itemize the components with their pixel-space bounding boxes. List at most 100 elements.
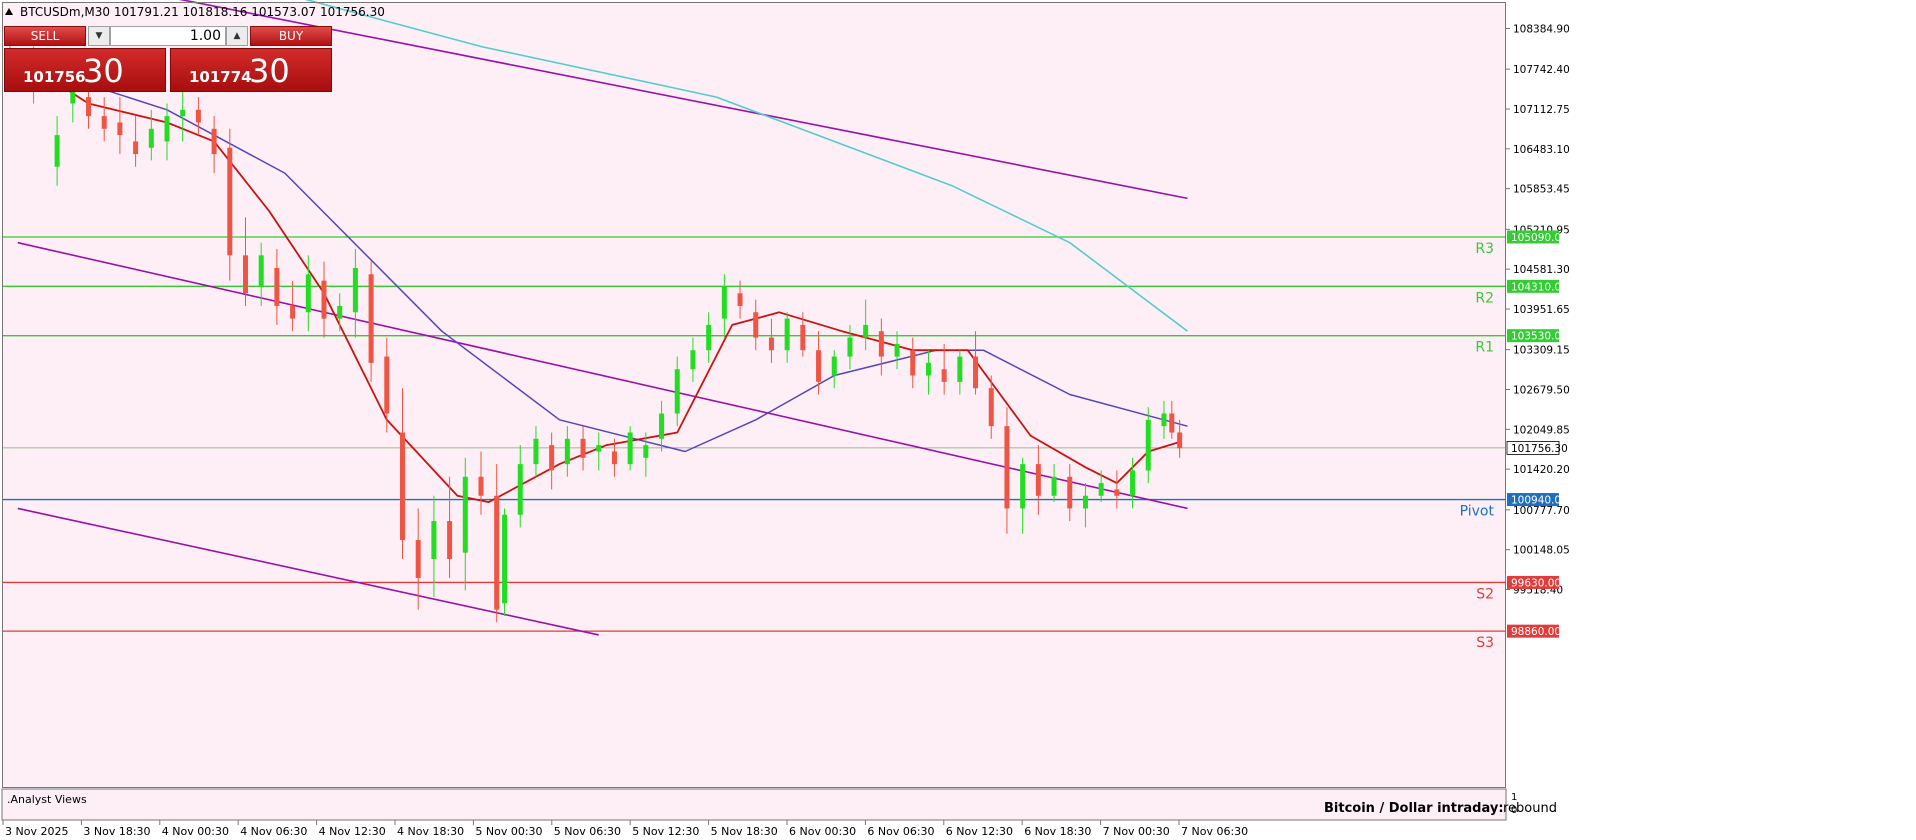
candle-bear	[478, 476, 484, 496]
price-axis[interactable]: 108384.90 107742.40 107112.75 106483.10 1058…	[1506, 24, 1570, 597]
indicator-label: .Analyst Views	[7, 793, 87, 806]
level-name-r3: R3	[1475, 241, 1494, 257]
candle-bear	[549, 445, 555, 471]
candle-bear	[290, 305, 296, 319]
level-name-pivot: Pivot	[1460, 504, 1495, 520]
price-tick-label: 106483.10	[1513, 144, 1570, 156]
price-tick-label: 102679.50	[1513, 384, 1570, 396]
candle-bull	[337, 305, 343, 319]
price-tick-label: 100148.05	[1513, 545, 1570, 557]
candle-bull	[1020, 464, 1026, 509]
price-tick-label: 107112.75	[1513, 104, 1570, 116]
candle-bear	[768, 337, 774, 351]
candle-bull	[863, 324, 869, 338]
time-tick-label: 6 Nov 00:30	[789, 825, 856, 838]
level-name-s3: S3	[1476, 635, 1494, 651]
candle-bull	[706, 324, 712, 351]
buy-price-box[interactable]: 101774 30	[170, 48, 332, 92]
time-tick-label: 5 Nov 06:30	[554, 825, 621, 838]
candle-bull	[784, 318, 790, 351]
level-tag-label: 98860.00	[1511, 626, 1561, 638]
candle-bull	[721, 286, 727, 319]
candle-bear	[910, 350, 916, 376]
candle-bear	[1004, 426, 1010, 509]
candle-bear	[447, 521, 453, 560]
price-tick-label: 105853.45	[1513, 184, 1570, 196]
candle-bear	[211, 128, 217, 155]
candle-bull	[1098, 483, 1104, 496]
time-tick-label: 6 Nov 18:30	[1024, 825, 1091, 838]
indicator-scale-top: 1	[1511, 792, 1517, 803]
candle-bull	[596, 445, 602, 452]
candle-bear	[737, 293, 743, 306]
price-tick-label: 101420.20	[1513, 464, 1570, 476]
time-tick-label: 5 Nov 12:30	[632, 825, 699, 838]
candle-bear	[1035, 464, 1041, 496]
price-chart[interactable]: R3 R2 R1 Pivot S2 S3 .Analyst Views Bitcoin /…	[0, 0, 1916, 840]
candle-bull	[1130, 470, 1136, 496]
price-tick-label: 103951.65	[1513, 304, 1570, 316]
plot-area[interactable]	[2, 2, 1506, 787]
sell-button[interactable]: SELL	[4, 26, 86, 46]
candle-bear	[227, 147, 233, 256]
candle-bull	[431, 521, 437, 560]
time-tick-label: 5 Nov 18:30	[711, 825, 778, 838]
price-tick-label: 107742.40	[1513, 64, 1570, 76]
level-name-r1: R1	[1475, 340, 1494, 356]
time-tick-label: 4 Nov 06:30	[240, 825, 307, 838]
candle-bull	[180, 109, 186, 117]
candle-bull	[1051, 476, 1057, 496]
candle-bull	[925, 362, 931, 376]
candle-bear	[195, 109, 201, 123]
candle-bear	[368, 274, 374, 363]
candle-bear	[816, 350, 822, 382]
level-name-r2: R2	[1475, 290, 1494, 306]
annotation-title: Bitcoin / Dollar intraday:	[1324, 801, 1504, 816]
candle-bear	[274, 267, 280, 306]
sell-price-main: 101756	[23, 68, 86, 86]
time-tick-label: 7 Nov 06:30	[1181, 825, 1248, 838]
candle-bear	[86, 97, 91, 117]
candle-bear	[117, 122, 123, 136]
candle-bear	[973, 356, 979, 389]
candle-bull	[462, 476, 468, 553]
candle-bear	[611, 451, 617, 465]
candle-bull	[564, 438, 570, 465]
level-tag-label: 99630.00	[1511, 577, 1561, 589]
candle-bear	[1177, 432, 1183, 449]
time-tick-label: 3 Nov 18:30	[83, 825, 150, 838]
candle-bear	[101, 116, 107, 129]
candle-bear	[878, 331, 884, 357]
buy-button[interactable]: BUY	[250, 26, 332, 46]
candle-bull	[533, 438, 539, 465]
time-tick-label: 4 Nov 00:30	[162, 825, 229, 838]
candle-bear	[415, 540, 421, 579]
candle-bear	[400, 432, 405, 541]
sell-price-box[interactable]: 101756 30	[4, 48, 166, 92]
candle-bear	[580, 438, 586, 458]
candle-bull	[54, 135, 60, 167]
level-name-s2: S2	[1476, 586, 1494, 602]
indicator-panel[interactable]	[1, 788, 1507, 821]
price-tick-label: 102049.85	[1513, 424, 1570, 436]
time-tick-label: 4 Nov 12:30	[319, 825, 386, 838]
price-tick-label: 100777.70	[1513, 505, 1570, 517]
candle-bear	[988, 388, 994, 427]
level-tag-label: 105090.00	[1511, 232, 1568, 244]
candle-bull	[164, 116, 170, 142]
lot-size-input[interactable]	[110, 26, 226, 46]
candle-bull	[517, 464, 523, 515]
candle-bull	[643, 445, 649, 458]
candle-bear	[384, 356, 390, 414]
candle-bull	[831, 356, 837, 376]
time-tick-label: 5 Nov 00:30	[475, 825, 542, 838]
time-axis[interactable]: 3 Nov 2025 3 Nov 18:30 4 Nov 00:30 4 Nov 06…	[2, 820, 1248, 838]
candle-bull	[1145, 419, 1151, 471]
buy-price-main: 101774	[189, 68, 252, 86]
lot-decrease-button[interactable]: ▼	[88, 26, 110, 46]
arrow-up-icon: ▲	[233, 31, 241, 41]
lot-increase-button[interactable]: ▲	[226, 26, 248, 46]
time-tick-label: 6 Nov 12:30	[946, 825, 1013, 838]
candle-bull	[1082, 495, 1088, 509]
buy-price-pips: 30	[249, 52, 290, 90]
